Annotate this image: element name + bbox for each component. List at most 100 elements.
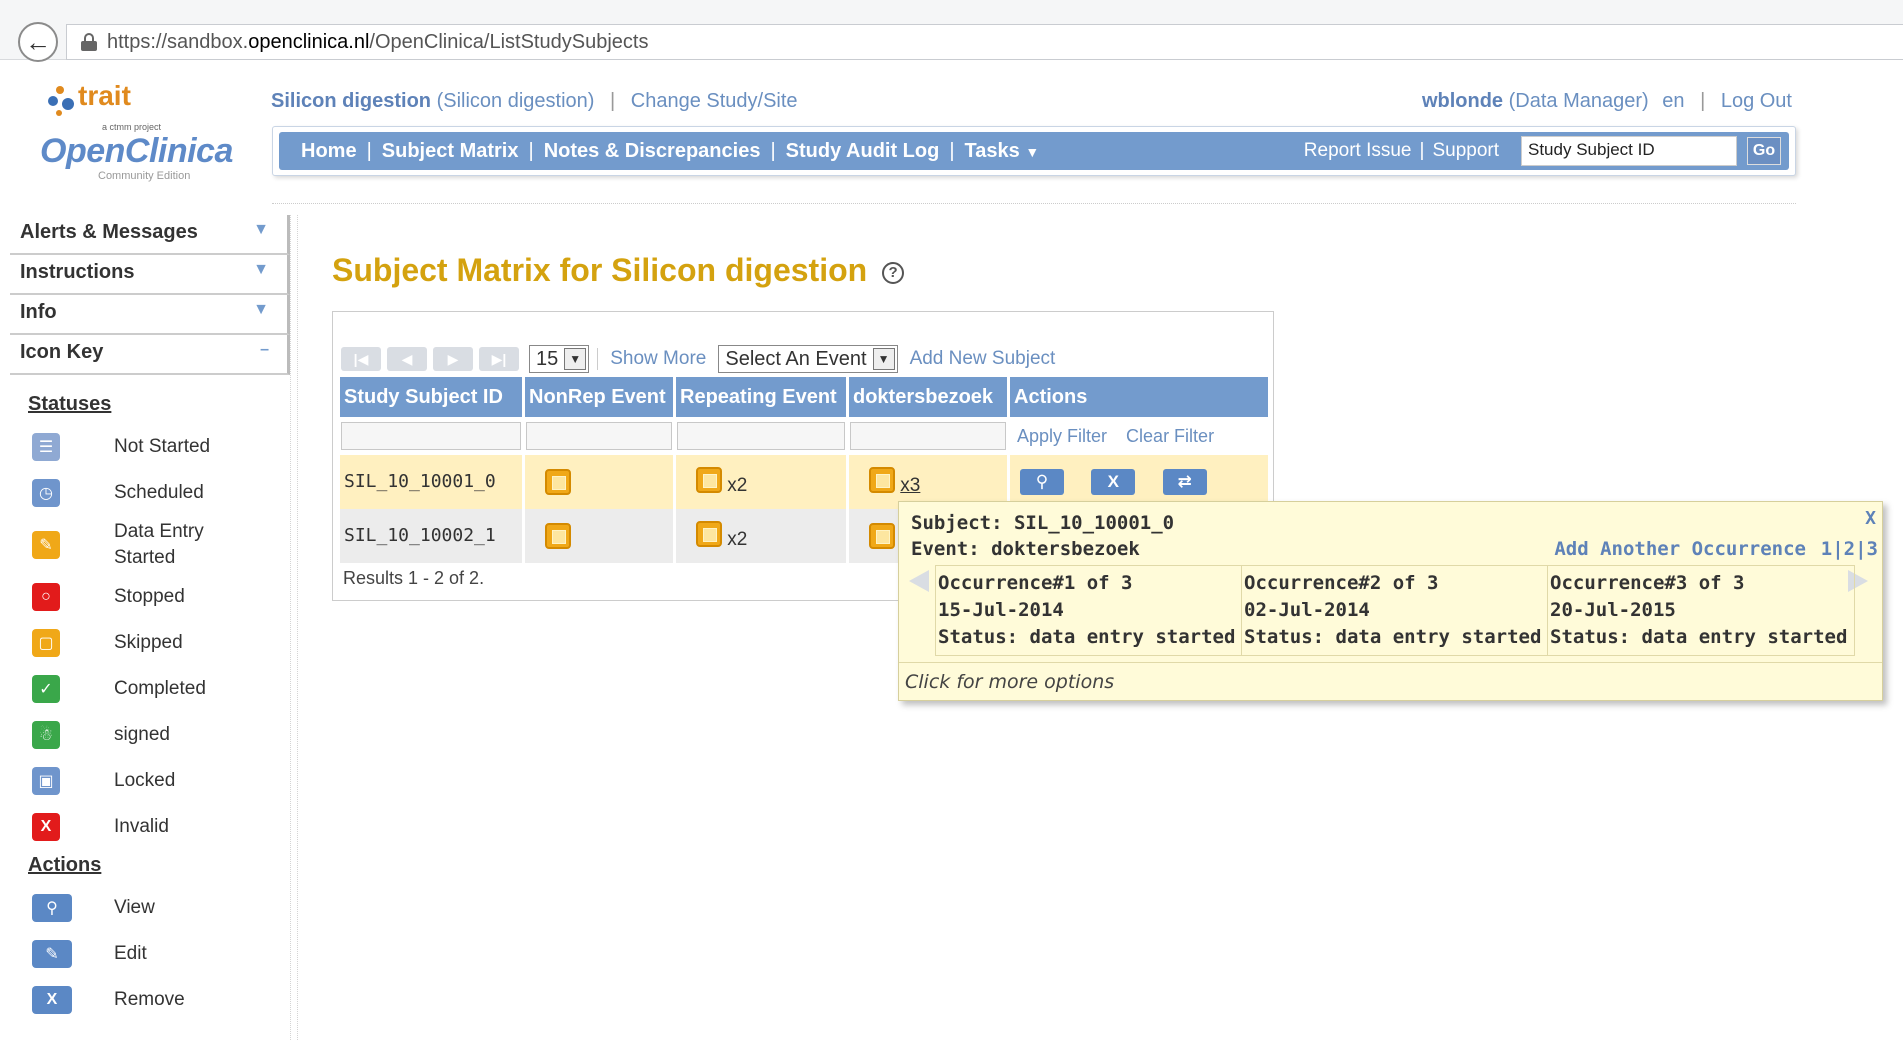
filter-input[interactable] bbox=[677, 422, 845, 450]
sidebar-section-alerts[interactable]: Alerts & Messages ▼ bbox=[10, 215, 290, 255]
nav-tasks[interactable]: Tasks ▼ bbox=[955, 140, 1050, 163]
subject-id[interactable]: SIL_10_10001_0 bbox=[344, 471, 496, 492]
add-new-subject-link[interactable]: Add New Subject bbox=[898, 348, 1068, 370]
matrix-toolbar: |◀ ◀ ▶ ▶| 15 ▼ Show More Select An Event… bbox=[341, 344, 1067, 374]
column-header[interactable]: NonRep Event bbox=[525, 377, 673, 417]
icon-key-legend: Statuses ☰ Not Started ◷ Scheduled ✎ Dat… bbox=[10, 393, 300, 1023]
popup-event: Event: doktersbezoek bbox=[911, 538, 1140, 560]
occurrence-item[interactable]: Occurrence#2 of 3 02-Jul-2014 Status: da… bbox=[1242, 566, 1548, 655]
close-icon[interactable]: X bbox=[1865, 508, 1876, 529]
add-occurrence-link[interactable]: Add Another Occurrence bbox=[1554, 538, 1806, 560]
prev-page-icon[interactable]: ◀ bbox=[387, 347, 427, 371]
legend-item: ☃ signed bbox=[28, 712, 300, 758]
clear-filter-link[interactable]: Clear Filter bbox=[1126, 426, 1214, 446]
legend-item: ▢ Skipped bbox=[28, 620, 300, 666]
legend-item: ✎ Data Entry Started bbox=[28, 516, 300, 574]
change-study-link[interactable]: Change Study/Site bbox=[631, 90, 798, 112]
signed-icon: ☃ bbox=[32, 721, 60, 749]
occurrence-list: Occurrence#1 of 3 15-Jul-2014 Status: da… bbox=[935, 565, 1855, 656]
page-title: Subject Matrix for Silicon digestion ? bbox=[332, 252, 905, 289]
next-page-icon[interactable]: ▶ bbox=[433, 347, 473, 371]
sidebar-section-info[interactable]: Info ▼ bbox=[10, 295, 290, 335]
locked-icon: ▣ bbox=[32, 767, 60, 795]
data-entry-started-icon[interactable] bbox=[696, 466, 722, 493]
report-issue-link[interactable]: Report Issue bbox=[1296, 140, 1420, 162]
apply-filter-link[interactable]: Apply Filter bbox=[1017, 426, 1107, 446]
legend-item: ◷ Scheduled bbox=[28, 470, 300, 516]
sidebar-section-instructions[interactable]: Instructions ▼ bbox=[10, 255, 290, 295]
subject-id[interactable]: SIL_10_10002_1 bbox=[344, 525, 496, 546]
stopped-icon: ○ bbox=[32, 583, 60, 611]
column-header[interactable]: Repeating Event bbox=[676, 377, 846, 417]
show-more-link[interactable]: Show More bbox=[597, 348, 718, 370]
occurrence-item[interactable]: Occurrence#1 of 3 15-Jul-2014 Status: da… bbox=[936, 566, 1242, 655]
triangle-down-icon: ▼ bbox=[253, 301, 269, 318]
column-header[interactable]: Study Subject ID bbox=[340, 377, 522, 417]
lock-icon bbox=[81, 33, 97, 51]
actions-heading: Actions bbox=[28, 854, 102, 876]
go-button[interactable]: Go bbox=[1747, 137, 1781, 165]
occurrence-count: x2 bbox=[727, 529, 748, 550]
column-header[interactable]: doktersbezoek bbox=[849, 377, 1007, 417]
legend-item: ▣ Locked bbox=[28, 758, 300, 804]
legend-item: X Remove bbox=[28, 977, 300, 1023]
scheduled-icon: ◷ bbox=[32, 479, 60, 507]
data-entry-started-icon[interactable] bbox=[869, 466, 895, 493]
page-size-select[interactable]: 15 ▼ bbox=[529, 345, 590, 373]
legend-item: X Invalid bbox=[28, 804, 300, 850]
dropdown-arrow-icon: ▼ bbox=[564, 348, 587, 370]
results-count: Results 1 - 2 of 2. bbox=[343, 568, 485, 588]
filter-input[interactable] bbox=[526, 422, 672, 450]
nav-home[interactable]: Home bbox=[291, 140, 367, 163]
triangle-down-icon: ▼ bbox=[253, 261, 269, 278]
occurrence-count: x2 bbox=[727, 475, 748, 496]
popup-subject: Subject: SIL_10_10001_0 bbox=[911, 512, 1175, 534]
logo[interactable]: trait a ctmm project OpenClinica Communi… bbox=[40, 78, 255, 188]
legend-item: ⚲ View bbox=[28, 885, 300, 931]
remove-button[interactable]: X bbox=[1091, 469, 1136, 495]
app-header: trait a ctmm project OpenClinica Communi… bbox=[0, 78, 1903, 213]
url-prefix: https://sandbox. bbox=[107, 30, 249, 53]
occurrence-item[interactable]: Occurrence#3 of 3 20-Jul-2015 Status: da… bbox=[1548, 566, 1854, 655]
event-select[interactable]: Select An Event ▼ bbox=[718, 345, 898, 373]
back-arrow-icon[interactable]: ← bbox=[18, 22, 58, 62]
dropdown-arrow-icon: ▼ bbox=[872, 348, 895, 370]
legend-item: ☰ Not Started bbox=[28, 424, 300, 470]
last-page-icon[interactable]: ▶| bbox=[479, 347, 519, 371]
occurrence-count[interactable]: x3 bbox=[900, 475, 920, 496]
scroll-left-icon[interactable] bbox=[909, 570, 929, 592]
language-link[interactable]: en bbox=[1662, 90, 1684, 112]
support-link[interactable]: Support bbox=[1424, 140, 1507, 162]
main-nav: Home | Subject Matrix | Notes & Discrepa… bbox=[272, 126, 1796, 176]
completed-icon: ✓ bbox=[32, 675, 60, 703]
more-options-link[interactable]: Click for more options bbox=[899, 662, 1882, 701]
nav-subject-matrix[interactable]: Subject Matrix bbox=[372, 140, 529, 163]
openclinica-wordmark: OpenClinica bbox=[40, 132, 233, 170]
sidebar-section-icon-key[interactable]: Icon Key – bbox=[10, 335, 290, 375]
address-bar[interactable]: https://sandbox. openclinica.nl/OpenClini… bbox=[66, 24, 1903, 60]
divider bbox=[272, 203, 1796, 204]
view-button[interactable]: ⚲ bbox=[1020, 469, 1064, 495]
study-paren: (Silicon digestion) bbox=[436, 90, 595, 112]
help-icon[interactable]: ? bbox=[882, 262, 905, 284]
study-info: Silicon digestion (Silicon digestion) | … bbox=[271, 90, 798, 112]
nav-study-audit-log[interactable]: Study Audit Log bbox=[776, 140, 950, 163]
statuses-heading: Statuses bbox=[28, 393, 112, 415]
reassign-button[interactable]: ⇄ bbox=[1162, 469, 1207, 495]
subject-search-input[interactable]: Study Subject ID bbox=[1521, 136, 1737, 166]
data-entry-started-icon[interactable] bbox=[696, 520, 722, 547]
x-icon: X bbox=[32, 986, 72, 1014]
filter-input[interactable] bbox=[850, 422, 1006, 450]
edition-label: Community Edition bbox=[98, 170, 191, 182]
triangle-down-icon: ▼ bbox=[253, 221, 269, 238]
data-entry-started-icon[interactable] bbox=[545, 523, 571, 549]
data-entry-started-icon[interactable] bbox=[869, 523, 895, 549]
data-entry-started-icon[interactable] bbox=[545, 469, 571, 495]
nav-notes-discrepancies[interactable]: Notes & Discrepancies bbox=[534, 140, 771, 163]
occurrence-pager[interactable]: 1|2|3 bbox=[1821, 538, 1878, 560]
user-name[interactable]: wblonde bbox=[1422, 90, 1503, 112]
logout-link[interactable]: Log Out bbox=[1721, 90, 1792, 112]
filter-input[interactable] bbox=[341, 422, 521, 450]
first-page-icon[interactable]: |◀ bbox=[341, 347, 381, 371]
trait-logo-icon bbox=[48, 86, 78, 116]
